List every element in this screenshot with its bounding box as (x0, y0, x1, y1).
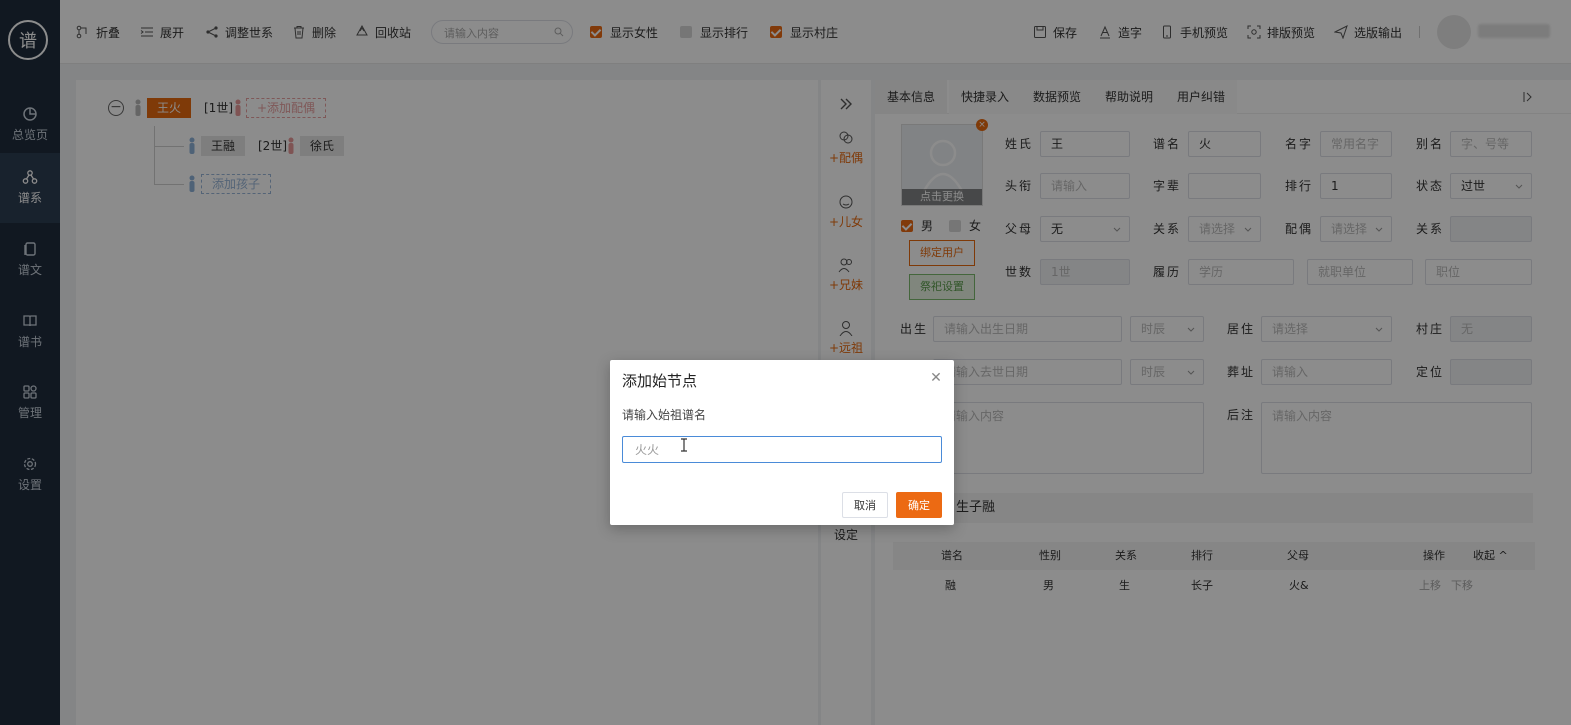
ancestor-name-input[interactable] (622, 436, 942, 463)
dialog-title: 添加始节点 (622, 372, 698, 390)
add-root-node-dialog: 添加始节点 ✕ 请输入始祖谱名 取消 确定 (610, 360, 954, 525)
dialog-label: 请输入始祖谱名 (622, 408, 707, 422)
confirm-button[interactable]: 确定 (896, 492, 942, 518)
close-icon[interactable]: ✕ (930, 371, 942, 385)
text-cursor-icon (681, 438, 687, 452)
cancel-button[interactable]: 取消 (842, 492, 888, 518)
